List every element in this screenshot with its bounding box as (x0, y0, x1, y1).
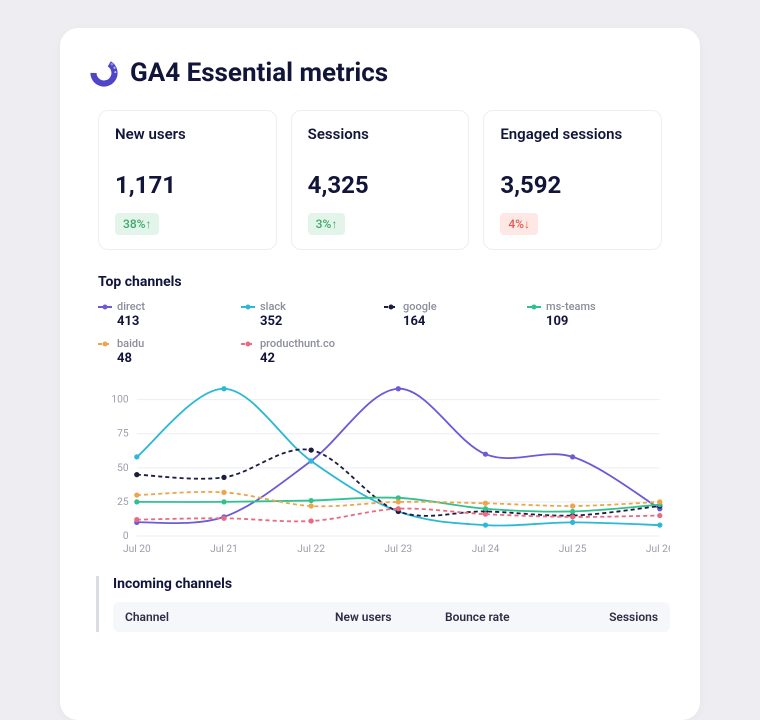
legend-item-baidu[interactable]: baidu48 (98, 337, 241, 366)
series-point-producthunt.co (134, 517, 139, 522)
legend-marker-icon (241, 304, 255, 310)
metric-value: 4,325 (308, 171, 453, 199)
top-channels-title: Top channels (90, 274, 670, 290)
legend-value: 48 (98, 351, 241, 366)
col-bounce-rate: Bounce rate (445, 610, 565, 624)
metric-value: 1,171 (115, 171, 260, 199)
legend-name: direct (117, 300, 145, 313)
series-point-baidu (134, 492, 139, 497)
top-channels-chart: 0 25 50 75 100 Jul 20 Jul 21 Jul 22 Jul 23 Jul 24… (90, 378, 670, 558)
metric-value: 3,592 (500, 171, 645, 199)
page-title: GA4 Essential metrics (130, 58, 388, 88)
svg-text:Jul 24: Jul 24 (472, 544, 500, 555)
legend-value: 352 (241, 314, 384, 329)
legend-item-slack[interactable]: slack352 (241, 300, 384, 329)
series-point-ms-teams (134, 499, 139, 504)
incoming-channels-title: Incoming channels (113, 576, 670, 592)
incoming-channels-section: Incoming channels Channel New users Boun… (96, 576, 670, 632)
legend-item-producthunt.co[interactable]: producthunt.co42 (241, 337, 384, 366)
series-point-producthunt.co (396, 506, 401, 511)
legend-marker-icon (98, 341, 112, 347)
series-point-google (134, 472, 139, 477)
header: GA4 Essential metrics (90, 58, 670, 88)
series-point-ms-teams (308, 498, 313, 503)
dashboard-card: GA4 Essential metrics New users 1,171 38… (60, 28, 700, 720)
legend-value: 413 (98, 314, 241, 329)
svg-text:Jul 25: Jul 25 (559, 544, 587, 555)
metric-sessions[interactable]: Sessions 4,325 3%↑ (291, 110, 470, 250)
col-sessions: Sessions (565, 610, 658, 624)
legend-name: baidu (117, 337, 144, 350)
legend-item-ms-teams[interactable]: ms-teams109 (527, 300, 670, 329)
series-point-slack (570, 520, 575, 525)
legend-marker-icon (98, 304, 112, 310)
svg-text:25: 25 (117, 497, 129, 508)
legend-name: slack (260, 300, 286, 313)
metric-delta: 38%↑ (115, 213, 159, 235)
metric-delta: 3%↑ (308, 213, 346, 235)
series-point-google (221, 475, 226, 480)
chart-legend: direct413slack352google164ms-teams109bai… (90, 300, 670, 366)
series-point-baidu (570, 503, 575, 508)
series-point-baidu (221, 490, 226, 495)
legend-item-direct[interactable]: direct413 (98, 300, 241, 329)
col-new-users: New users (335, 610, 445, 624)
metric-new-users[interactable]: New users 1,171 38%↑ (98, 110, 277, 250)
svg-text:Jul 22: Jul 22 (297, 544, 325, 555)
legend-name: google (403, 300, 437, 313)
series-point-producthunt.co (483, 512, 488, 517)
metric-label: Sessions (308, 125, 453, 161)
svg-text:50: 50 (117, 463, 129, 474)
series-point-direct (396, 386, 401, 391)
svg-text:75: 75 (117, 429, 129, 440)
series-point-ms-teams (483, 506, 488, 511)
series-point-baidu (483, 501, 488, 506)
series-point-baidu (308, 503, 313, 508)
table-header: Channel New users Bounce rate Sessions (113, 602, 670, 632)
series-point-google (308, 447, 313, 452)
series-point-producthunt.co (570, 514, 575, 519)
series-point-slack (221, 386, 226, 391)
series-point-slack (308, 458, 313, 463)
series-point-baidu (396, 499, 401, 504)
series-point-baidu (657, 499, 662, 504)
series-point-producthunt.co (308, 518, 313, 523)
series-point-ms-teams (221, 499, 226, 504)
dashboard-logo-icon (90, 59, 118, 87)
series-point-slack (657, 522, 662, 527)
legend-marker-icon (241, 341, 255, 347)
legend-name: ms-teams (546, 300, 596, 313)
legend-value: 164 (384, 314, 527, 329)
legend-name: producthunt.co (260, 337, 335, 350)
legend-marker-icon (527, 304, 541, 310)
svg-text:Jul 21: Jul 21 (210, 544, 238, 555)
metric-engaged-sessions[interactable]: Engaged sessions 3,592 4%↓ (483, 110, 662, 250)
metric-label: New users (115, 125, 260, 161)
series-point-slack (483, 522, 488, 527)
legend-marker-icon (384, 304, 398, 310)
legend-value: 109 (527, 314, 670, 329)
series-point-direct (570, 454, 575, 459)
legend-item-google[interactable]: google164 (384, 300, 527, 329)
series-point-ms-teams (570, 509, 575, 514)
col-channel: Channel (125, 610, 335, 624)
svg-text:Jul 23: Jul 23 (384, 544, 412, 555)
series-point-producthunt.co (221, 516, 226, 521)
metric-delta: 4%↓ (500, 213, 538, 235)
metric-label: Engaged sessions (500, 125, 645, 161)
svg-text:Jul 26: Jul 26 (646, 544, 670, 555)
series-point-producthunt.co (657, 513, 662, 518)
legend-value: 42 (241, 351, 384, 366)
series-point-slack (134, 454, 139, 459)
metrics-row: New users 1,171 38%↑ Sessions 4,325 3%↑ … (90, 110, 670, 250)
svg-text:100: 100 (111, 395, 129, 406)
svg-text:Jul 20: Jul 20 (123, 544, 151, 555)
svg-text:0: 0 (123, 531, 129, 542)
series-point-direct (483, 452, 488, 457)
